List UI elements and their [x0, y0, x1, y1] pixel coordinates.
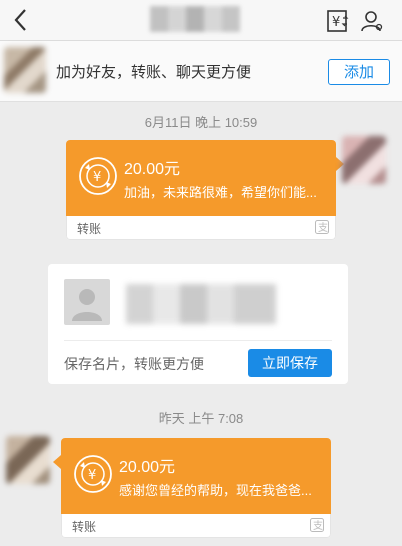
transfer-yuan-icon: ¥ [74, 455, 112, 493]
svg-text:¥: ¥ [88, 468, 96, 483]
transfer-amount: 20.00元 [119, 459, 176, 476]
yuan-transfer-icon[interactable]: ¥ [326, 9, 350, 33]
save-contact-card: 保存名片，转账更方便 立即保存 [48, 264, 348, 384]
svg-text:支: 支 [313, 520, 323, 532]
bubble-tail [53, 455, 61, 469]
chat-title-blurred [150, 6, 240, 32]
avatar[interactable] [6, 436, 50, 484]
message-timestamp: 昨天 上午 7:08 [158, 411, 244, 426]
alipay-logo-icon: 支 [315, 220, 329, 234]
message-timestamp: 6月11日 晚上 10:59 [144, 115, 258, 130]
transfer-label: 转账 [77, 222, 102, 236]
transfer-card-outgoing[interactable]: ¥ 20.00元 加油，未来路很难，希望你们能... 转账 支 [66, 140, 336, 240]
transfer-message: 感谢您曾经的帮助，现在我爸爸... [119, 483, 312, 498]
svg-text:支: 支 [318, 222, 328, 234]
add-friend-hint: 加为好友，转账、聊天更方便 [56, 64, 252, 81]
transfer-amount: 20.00元 [124, 161, 181, 178]
transfer-message: 加油，未来路很难，希望你们能... [124, 185, 317, 200]
add-friend-button[interactable]: 添加 [328, 59, 390, 85]
divider [64, 340, 332, 341]
save-contact-hint: 保存名片，转账更方便 [64, 356, 204, 372]
nav-header: ¥ [0, 0, 402, 41]
avatar [4, 47, 46, 93]
svg-text:¥: ¥ [332, 15, 340, 30]
save-now-button[interactable]: 立即保存 [248, 349, 332, 377]
add-friend-banner: 加为好友，转账、聊天更方便 添加 [0, 41, 402, 102]
transfer-card-incoming[interactable]: ¥ 20.00元 感谢您曾经的帮助，现在我爸爸... 转账 支 [61, 438, 331, 538]
alipay-logo-icon: 支 [310, 518, 324, 532]
avatar[interactable] [342, 136, 386, 184]
transfer-label: 转账 [72, 520, 97, 534]
svg-text:¥: ¥ [93, 170, 101, 185]
default-avatar-icon [64, 279, 110, 325]
chevron-left-icon[interactable] [10, 6, 34, 34]
transfer-yuan-icon: ¥ [79, 157, 117, 195]
user-settings-icon[interactable] [360, 9, 384, 33]
contact-name-blurred [126, 284, 276, 324]
